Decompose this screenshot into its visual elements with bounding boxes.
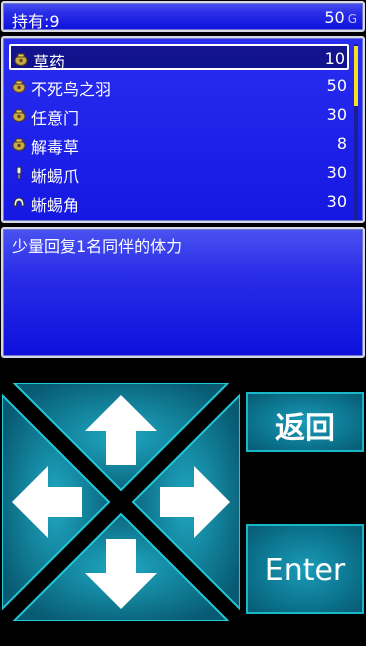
bag-icon: [14, 53, 28, 66]
item-row[interactable]: 不死鸟之羽 50: [9, 73, 349, 99]
item-scrollbar[interactable]: [354, 44, 358, 220]
item-name: 不死鸟之羽: [31, 80, 112, 99]
item-qty: 10: [324, 49, 345, 68]
item-name: 草药: [33, 53, 66, 72]
item-qty: 50: [326, 76, 347, 95]
dpad: [2, 383, 240, 621]
item-description: 少量回复1名同伴的体力: [12, 237, 183, 256]
item-row[interactable]: 任意门 30: [9, 102, 349, 128]
item-row[interactable]: 蜥蜴角 30: [9, 189, 349, 215]
item-qty: 30: [326, 192, 347, 211]
claw-icon: [16, 166, 22, 180]
item-qty: 30: [326, 105, 347, 124]
back-label: 返回: [275, 411, 335, 446]
item-row[interactable]: 蜥蜴爪 30: [9, 160, 349, 186]
enter-label: Enter: [264, 553, 346, 588]
item-row[interactable]: 解毒草 8: [9, 131, 349, 157]
enter-button[interactable]: Enter: [246, 524, 364, 614]
horn-icon: [13, 197, 25, 207]
description-window: 少量回复1名同伴的体力: [1, 227, 365, 358]
item-name: 任意门: [31, 109, 80, 128]
item-row[interactable]: 草药 10: [9, 44, 349, 72]
item-name: 蜥蜴爪: [31, 167, 80, 186]
gold-unit: G: [347, 12, 357, 26]
item-list-window: 草药 10 不死鸟之羽 50 任意门 30 解毒草 8 蜥蜴爪 30 蜥蜴角 3…: [1, 36, 365, 223]
status-window: 持有:9 50 G: [1, 1, 365, 32]
item-qty: 30: [326, 163, 347, 182]
bag-icon: [12, 138, 26, 151]
gold-value: 50: [324, 8, 345, 27]
item-qty: 8: [336, 134, 347, 153]
item-name: 蜥蜴角: [31, 196, 80, 215]
item-name: 解毒草: [31, 138, 80, 157]
bag-icon: [12, 80, 26, 93]
held-count: 持有:9: [12, 12, 60, 31]
scroll-thumb[interactable]: [354, 46, 358, 106]
gold-display: 50 G: [324, 8, 357, 27]
bag-icon: [12, 109, 26, 122]
back-button[interactable]: 返回: [246, 392, 364, 452]
